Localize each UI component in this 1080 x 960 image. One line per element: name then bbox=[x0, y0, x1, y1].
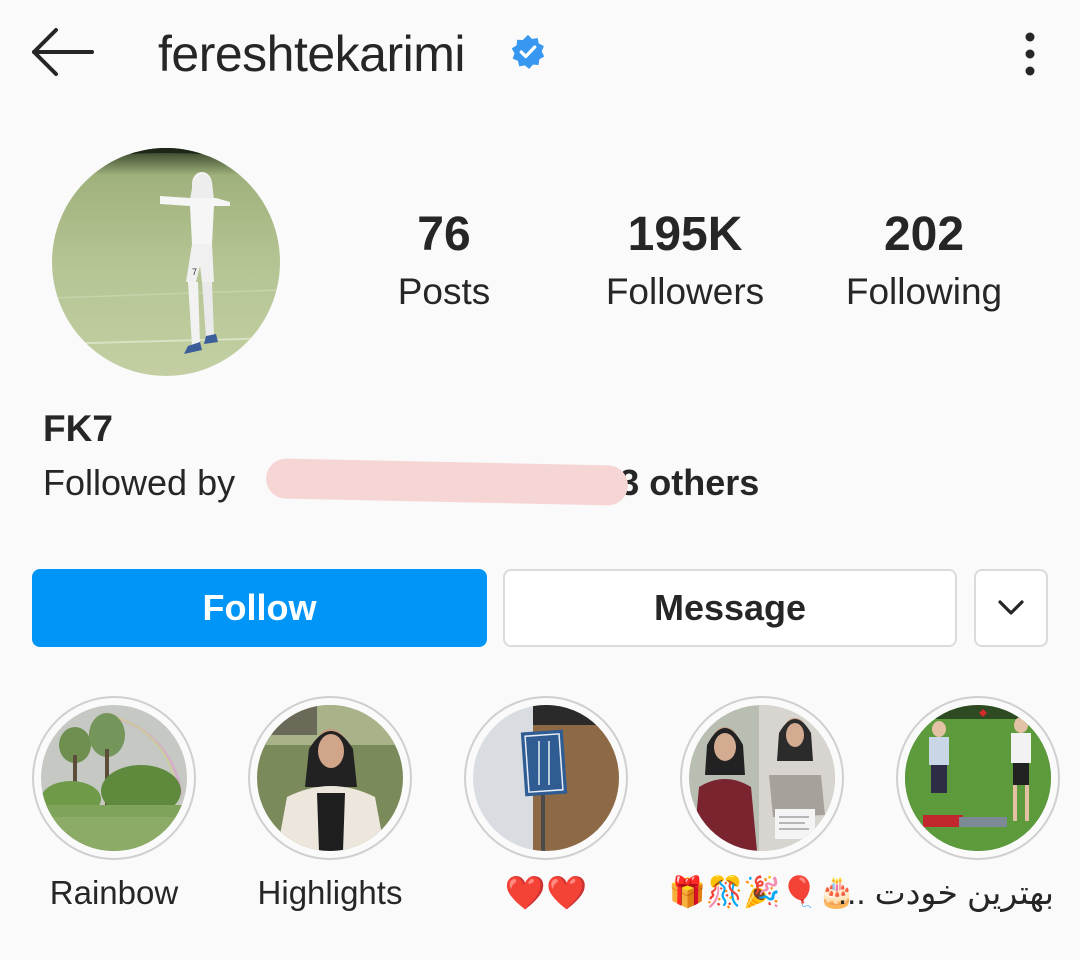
highlight-label: ❤️❤️ bbox=[504, 874, 588, 911]
highlight-ring bbox=[248, 696, 412, 860]
redaction-mark bbox=[265, 458, 629, 506]
back-button[interactable] bbox=[28, 26, 98, 82]
arrow-left-icon bbox=[32, 28, 94, 76]
followers-label: Followers bbox=[605, 271, 765, 312]
profile-full-name: FK7 bbox=[43, 408, 113, 449]
posts-stat[interactable]: 76 Posts bbox=[364, 206, 524, 316]
highlight-label: بهترین خودت ... bbox=[838, 874, 1054, 911]
profile-username: fereshtekarimi bbox=[158, 26, 466, 82]
highlight-ring bbox=[32, 696, 196, 860]
posts-label: Posts bbox=[397, 271, 491, 312]
highlight-ring bbox=[680, 696, 844, 860]
follow-button[interactable]: Follow bbox=[32, 569, 487, 647]
highlight-label: Rainbow bbox=[49, 874, 179, 911]
following-label: Following bbox=[845, 271, 1003, 312]
highlight-ring bbox=[464, 696, 628, 860]
followers-stat[interactable]: 195K Followers bbox=[580, 206, 790, 316]
verified-badge-icon bbox=[511, 34, 545, 69]
svg-text:7: 7 bbox=[192, 267, 197, 277]
more-vertical-icon bbox=[1025, 32, 1035, 76]
followers-count: 195K bbox=[627, 208, 743, 261]
posts-count: 76 bbox=[417, 208, 471, 261]
highlight-cover bbox=[473, 705, 619, 851]
followed-by-others[interactable]: 3 others bbox=[619, 462, 759, 503]
avatar-photo: 7 bbox=[52, 148, 280, 376]
highlight-cover bbox=[257, 705, 403, 851]
message-button[interactable]: Message bbox=[503, 569, 957, 647]
more-options-button[interactable] bbox=[1010, 28, 1050, 80]
highlight-cover bbox=[689, 705, 835, 851]
following-stat[interactable]: 202 Following bbox=[826, 206, 1022, 316]
highlight-ring bbox=[896, 696, 1060, 860]
following-count: 202 bbox=[883, 208, 965, 261]
followed-by-prefix: Followed by bbox=[43, 462, 236, 503]
profile-avatar[interactable]: 7 bbox=[52, 148, 280, 376]
highlight-cover bbox=[905, 705, 1051, 851]
suggested-accounts-button[interactable] bbox=[974, 569, 1048, 647]
chevron-down-icon bbox=[998, 600, 1024, 615]
profile-screen: fereshtekarimi 7 76 Posts 195K Followers… bbox=[0, 0, 1080, 960]
highlight-label: Highlights bbox=[257, 874, 403, 911]
highlight-cover bbox=[41, 705, 187, 851]
